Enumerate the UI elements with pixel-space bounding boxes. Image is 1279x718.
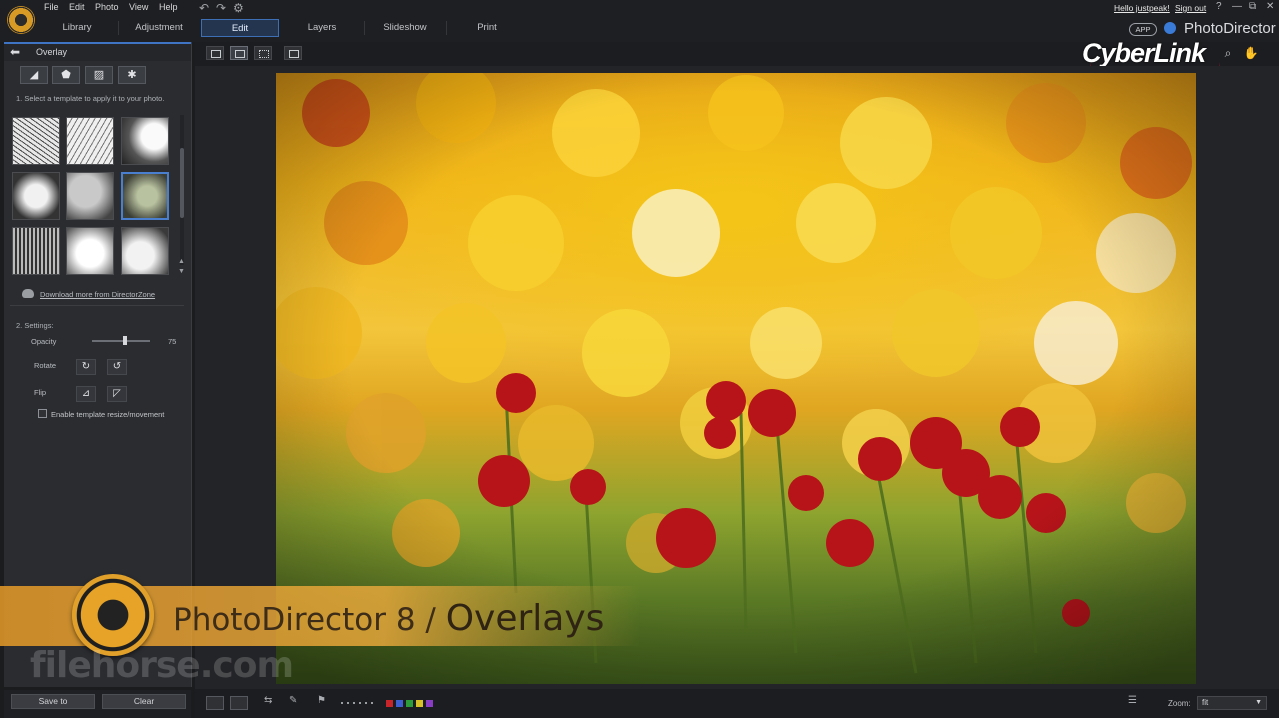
rotate-label: Rotate [34, 361, 57, 370]
minimize-button[interactable]: — [1232, 1, 1242, 12]
tab-divider [364, 21, 365, 35]
flag-icon[interactable]: ⚑ [317, 695, 326, 706]
cloud-icon [22, 289, 34, 298]
menu-edit[interactable]: Edit [69, 2, 85, 12]
settings-gear-icon[interactable]: ⚙ [233, 1, 244, 15]
brush-mode-button[interactable]: ◢ [20, 66, 48, 84]
tab-library[interactable]: Library [38, 19, 116, 37]
account-greeting-link[interactable]: Hello justpeak! [1114, 3, 1170, 13]
opacity-slider-handle[interactable] [123, 336, 127, 345]
resize-movement-label: Enable template resize/movement [51, 410, 165, 419]
download-directorzone-link[interactable]: Download more from DirectorZone [40, 290, 155, 299]
redo-icon[interactable]: ↷ [216, 1, 226, 15]
flip-horizontal-icon[interactable]: ◸ [107, 386, 127, 402]
rotate-photo-icon[interactable]: ⇆ [264, 695, 272, 706]
tab-layers[interactable]: Layers [283, 19, 361, 37]
radial-mode-button[interactable]: ✱ [118, 66, 146, 84]
tab-divider [118, 21, 119, 35]
template-thumb[interactable] [121, 227, 169, 275]
template-thumb[interactable] [66, 227, 114, 275]
back-arrow-icon[interactable]: ⬅ [10, 45, 20, 59]
rating-dot[interactable] [347, 702, 349, 704]
gradient-mode-button[interactable]: ▨ [85, 66, 113, 84]
color-label-purple[interactable] [426, 700, 433, 707]
color-label-yellow[interactable] [416, 700, 423, 707]
zoom-tool-icon[interactable]: ⌕ [1218, 44, 1238, 62]
color-label-red[interactable] [386, 700, 393, 707]
template-thumb[interactable] [66, 117, 114, 165]
menu-view[interactable]: View [129, 2, 148, 12]
bottom-bar [195, 689, 1279, 718]
second-display-button[interactable] [284, 46, 302, 60]
dual-photo-view-button[interactable] [230, 696, 248, 710]
step1-instruction: 1. Select a template to apply it to your… [16, 94, 165, 103]
template-thumb[interactable] [66, 172, 114, 220]
menu-photo[interactable]: Photo [95, 2, 119, 12]
help-button[interactable]: ? [1216, 1, 1222, 12]
close-button[interactable]: ✕ [1266, 1, 1274, 12]
color-label-blue[interactable] [396, 700, 403, 707]
restore-button[interactable]: ⧉ [1249, 1, 1256, 12]
save-to-button[interactable]: Save to [11, 694, 95, 709]
banner-title: PhotoDirector 8 / Overlays [173, 598, 604, 639]
app-badge-button[interactable]: APP [1129, 23, 1157, 36]
rating-dot[interactable] [371, 702, 373, 704]
scroll-down-icon[interactable]: ▼ [178, 268, 185, 275]
photodirector-aperture-logo [72, 574, 154, 656]
template-thumb[interactable] [12, 227, 60, 275]
divider [10, 305, 184, 306]
rotate-left-icon[interactable]: ↺ [107, 359, 127, 375]
product-name: PhotoDirector [1184, 20, 1276, 37]
banner-title-product: PhotoDirector 8 / [173, 602, 446, 638]
tab-print[interactable]: Print [448, 19, 526, 37]
template-thumb[interactable] [121, 117, 169, 165]
template-scroll-thumb[interactable] [180, 148, 184, 218]
tab-divider [446, 21, 447, 35]
rating-dot[interactable] [365, 702, 367, 704]
single-view-button[interactable] [230, 46, 248, 60]
rotate-right-icon[interactable]: ↻ [76, 359, 96, 375]
menu-file[interactable]: File [44, 2, 59, 12]
color-label-green[interactable] [406, 700, 413, 707]
photodirector-logo-icon[interactable] [7, 6, 35, 34]
filehorse-watermark: filehorse.com [30, 645, 294, 686]
flip-vertical-icon[interactable]: ⊿ [76, 386, 96, 402]
template-thumb[interactable] [12, 117, 60, 165]
opacity-slider[interactable] [92, 340, 150, 342]
chevron-down-icon: ▼ [1255, 699, 1262, 706]
notification-icon[interactable] [1164, 22, 1176, 34]
template-thumb-selected[interactable] [121, 172, 169, 220]
panel-title: Overlay [36, 47, 68, 57]
tab-adjustment[interactable]: Adjustment [120, 19, 198, 37]
resize-movement-checkbox[interactable] [38, 409, 47, 418]
rating-tool-icon[interactable]: ✎ [289, 695, 297, 706]
single-photo-view-button[interactable] [206, 696, 224, 710]
undo-icon[interactable]: ↶ [199, 1, 209, 15]
step2-heading: 2. Settings: [16, 321, 54, 330]
rating-dot[interactable] [353, 702, 355, 704]
grid-view-button[interactable] [254, 46, 272, 60]
panel-header [4, 42, 191, 61]
compare-view-button[interactable] [206, 46, 224, 60]
rating-dot[interactable] [359, 702, 361, 704]
template-thumb[interactable] [12, 172, 60, 220]
tab-slideshow[interactable]: Slideshow [366, 19, 444, 37]
opacity-value: 75 [168, 337, 177, 346]
clear-button[interactable]: Clear [102, 694, 186, 709]
sign-out-link[interactable]: Sign out [1175, 3, 1206, 13]
opacity-label: Opacity [31, 337, 57, 346]
zoom-dropdown[interactable]: fit ▼ [1197, 696, 1267, 710]
shape-mode-button[interactable]: ⬟ [52, 66, 80, 84]
scroll-up-icon[interactable]: ▲ [178, 258, 185, 265]
list-menu-icon[interactable]: ☰ [1128, 695, 1137, 706]
rating-dot[interactable] [341, 702, 343, 704]
zoom-label: Zoom: [1168, 699, 1191, 708]
banner-title-feature: Overlays [445, 598, 605, 639]
tab-edit[interactable]: Edit [201, 19, 279, 37]
zoom-value: fit [1202, 698, 1209, 707]
flip-label: Flip [34, 388, 47, 397]
hand-tool-icon[interactable]: ✋ [1241, 44, 1261, 62]
menu-help[interactable]: Help [159, 2, 178, 12]
